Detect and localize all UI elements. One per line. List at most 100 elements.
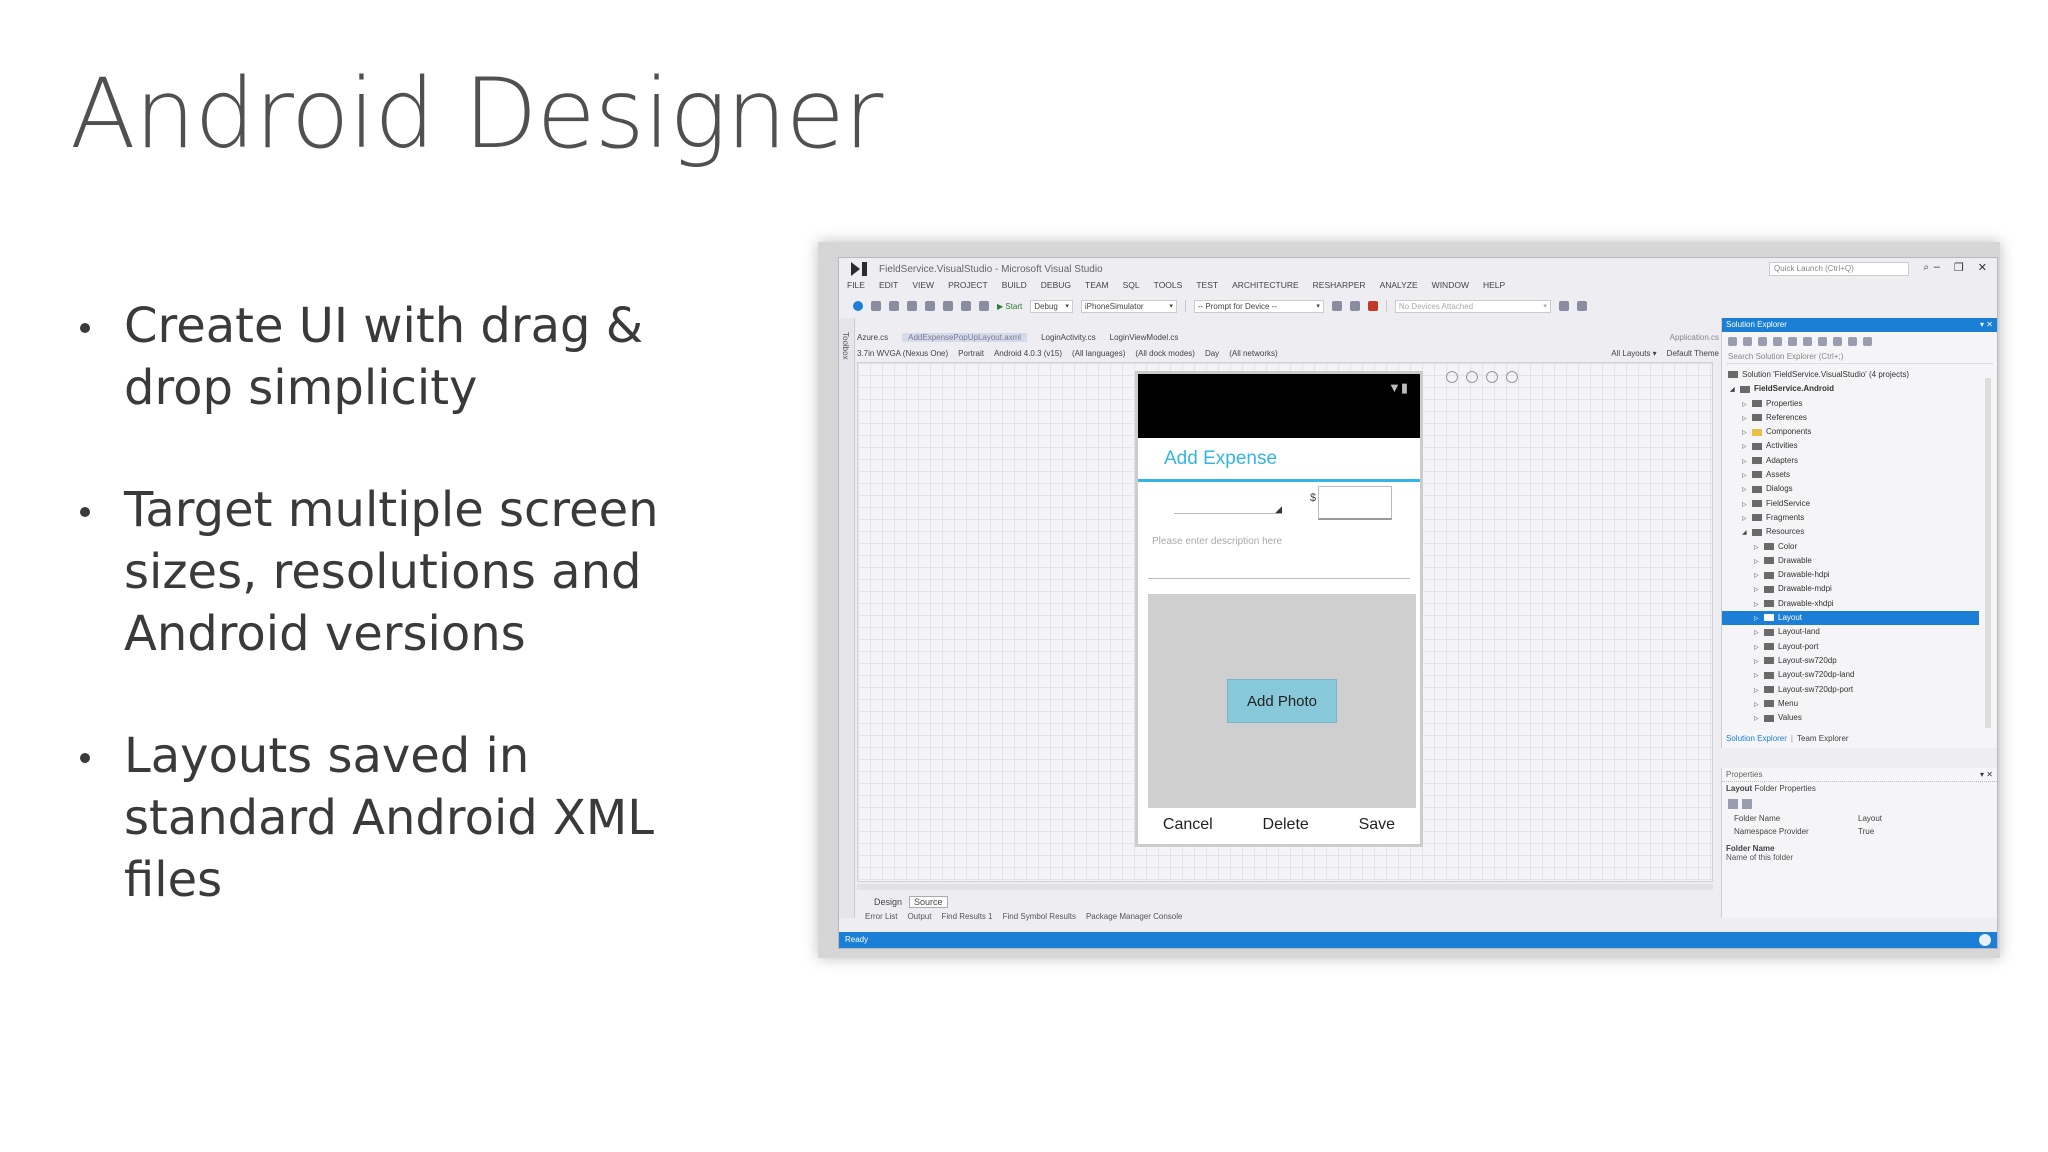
zoom-out-icon[interactable] [1506,371,1518,383]
tab-output[interactable]: Output [907,912,931,921]
pane-close-icon[interactable]: ▾ ✕ [1980,318,1993,332]
zoom-actual-icon[interactable] [1466,371,1478,383]
pending-changes-icon[interactable] [1773,336,1782,346]
xamarin-icon[interactable] [1367,301,1378,311]
tab-package-manager-console[interactable]: Package Manager Console [1086,912,1183,921]
api-level-select[interactable]: Android 4.0.3 (v15) [994,349,1062,358]
tab-source[interactable]: Source [909,896,948,908]
tree-item[interactable]: ▷ Values [1722,711,1997,725]
tab-application[interactable]: Application.cs [1670,333,1719,342]
minimize-icon[interactable]: – [1934,261,1940,274]
delete-button[interactable]: Delete [1263,816,1309,834]
menu-analyze[interactable]: ANALYZE [1380,280,1418,296]
tree-item[interactable]: ▷ Layout-sw720dp-port [1722,683,1997,697]
tab-team-explorer[interactable]: Team Explorer [1797,734,1849,748]
tab-solution-explorer[interactable]: Solution Explorer [1726,734,1787,748]
tree-item[interactable]: ▷ Layout-sw720dp-land [1722,668,1997,682]
tree-item[interactable]: ▷ Drawable [1722,554,1997,568]
tab-error-list[interactable]: Error List [865,912,897,921]
menu-view[interactable]: VIEW [912,280,934,296]
network-select[interactable]: (All networks) [1229,349,1277,358]
quick-launch-input[interactable]: Quick Launch (Ctrl+Q) [1769,262,1909,276]
info-icon[interactable] [1331,301,1342,311]
back-icon[interactable] [853,301,863,311]
save-all-icon[interactable] [943,301,953,311]
menu-project[interactable]: PROJECT [948,280,988,296]
cancel-button[interactable]: Cancel [1163,816,1213,834]
preview-icon[interactable] [1863,336,1872,346]
menu-help[interactable]: HELP [1483,280,1505,296]
properties-object[interactable]: Layout Folder Properties [1722,782,1997,796]
device-select[interactable]: -- Prompt for Device -- [1193,299,1324,313]
tree-item[interactable]: ▷ Activities [1722,439,1997,453]
tab-find-symbol-results[interactable]: Find Symbol Results [1003,912,1076,921]
category-spinner[interactable] [1174,504,1282,515]
tree-item[interactable]: ▷ References [1722,411,1997,425]
tab-login-view-model[interactable]: LoginViewModel.cs [1110,333,1179,342]
toolbox-tab[interactable]: Toolbox [839,318,855,918]
start-button[interactable]: ▶ Start [997,302,1022,311]
tree-item[interactable]: ▷ Layout-sw720dp [1722,654,1997,668]
platform-select[interactable]: iPhoneSimulator [1080,299,1177,313]
categorized-icon[interactable] [1728,799,1738,809]
configuration-select[interactable]: Debug [1030,299,1073,313]
tab-design[interactable]: Design [869,896,907,908]
tab-find-results[interactable]: Find Results 1 [941,912,992,921]
tree-item[interactable]: ◢ Resources [1722,525,1997,539]
language-select[interactable]: (All languages) [1072,349,1125,358]
amount-field[interactable] [1318,486,1392,520]
property-row[interactable]: Folder Name Layout [1722,812,1997,825]
tree-item[interactable]: ▷ FieldService [1722,497,1997,511]
new-project-icon[interactable] [889,301,899,311]
tree-item[interactable]: ▷ Drawable-mdpi [1722,582,1997,596]
menu-test[interactable]: TEST [1196,280,1218,296]
zoom-in-icon[interactable] [1486,371,1498,383]
open-icon[interactable] [907,301,917,311]
alphabetical-icon[interactable] [1742,799,1752,809]
menu-tools[interactable]: TOOLS [1154,280,1183,296]
settings-icon[interactable] [1558,301,1569,311]
tree-item[interactable]: Solution 'FieldService.VisualStudio' (4 … [1722,368,1997,382]
tab-login-activity[interactable]: LoginActivity.cs [1041,333,1096,342]
forward-icon[interactable] [1743,336,1752,346]
collapse-all-icon[interactable] [1818,336,1827,346]
tree-item[interactable]: ▷ Layout-land [1722,625,1997,639]
menu-architecture[interactable]: ARCHITECTURE [1232,280,1299,296]
solution-explorer-scrollbar[interactable] [1985,378,1991,728]
tree-item[interactable]: ▷ Color [1722,540,1997,554]
tree-item[interactable]: ▷ Components [1722,425,1997,439]
menu-build[interactable]: BUILD [1002,280,1027,296]
solution-search-input[interactable]: Search Solution Explorer (Ctrl+;) [1726,350,1993,364]
search-icon[interactable]: ⌕ [1923,262,1929,273]
tab-add-expense-layout[interactable]: AddExpensePopUpLayout.axml [902,332,1028,342]
refresh-icon[interactable] [1576,301,1587,311]
tree-item[interactable]: ▷ Drawable-hdpi [1722,568,1997,582]
forward-icon[interactable] [871,301,881,311]
wrench-icon[interactable] [1756,799,1766,809]
tree-item[interactable]: ▷ Properties [1722,397,1997,411]
add-photo-button[interactable]: Add Photo [1227,679,1337,723]
description-field[interactable]: Please enter description here [1152,536,1282,547]
device-log-icon[interactable] [1349,301,1360,311]
tab-azure[interactable]: Azure.cs [857,333,888,342]
menu-window[interactable]: WINDOW [1432,280,1469,296]
tree-item[interactable]: ▷ Layout-port [1722,640,1997,654]
undo-icon[interactable] [961,301,971,311]
device-config-select[interactable]: 3.7in WVGA (Nexus One) [857,349,948,358]
menu-resharper[interactable]: RESHARPER [1313,280,1366,296]
pane-close-icon[interactable]: ▾ ✕ [1980,768,1993,782]
tree-item[interactable]: ▷ Adapters [1722,454,1997,468]
menu-team[interactable]: TEAM [1085,280,1109,296]
restore-icon[interactable]: ❐ [1954,261,1964,274]
tree-item[interactable]: ▷ Drawable-xhdpi [1722,597,1997,611]
tree-item[interactable]: ▷ Dialogs [1722,482,1997,496]
close-icon[interactable]: ✕ [1978,261,1987,274]
tree-item[interactable]: ▷ Assets [1722,468,1997,482]
all-layouts-select[interactable]: All Layouts ▾ [1611,349,1656,358]
refresh-icon[interactable] [1803,336,1812,346]
property-row[interactable]: Namespace Provider True [1722,825,1997,838]
home-icon[interactable] [1758,336,1767,346]
redo-icon[interactable] [979,301,989,311]
properties-icon[interactable] [1848,336,1857,346]
time-of-day-select[interactable]: Day [1205,349,1219,358]
